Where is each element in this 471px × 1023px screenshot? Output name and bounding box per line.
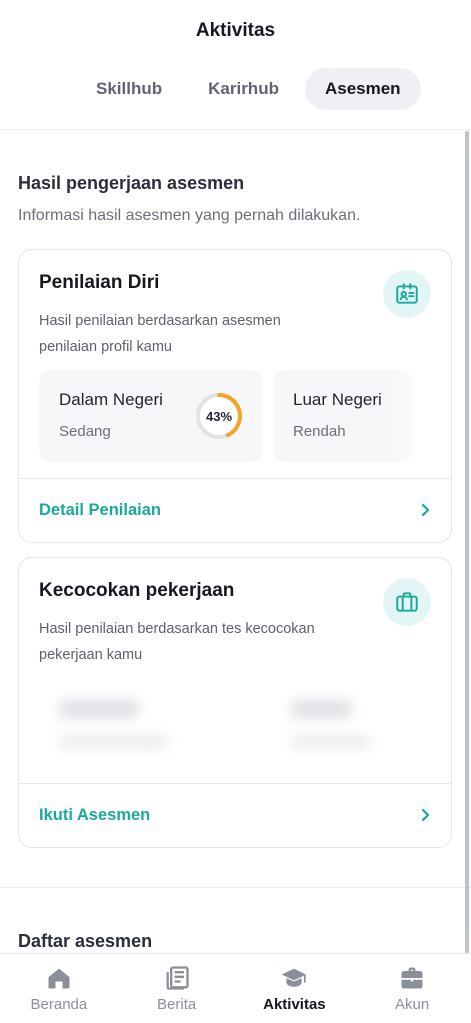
tab-bar: Skillhub Karirhub Asesmen	[76, 68, 421, 110]
chevron-right-icon	[421, 808, 430, 822]
card-divider	[19, 783, 451, 784]
section-title: Hasil pengerjaan asesmen	[18, 173, 245, 193]
top-bar: Aktivitas Skillhub Karirhub Asesmen	[0, 0, 471, 130]
blurred-result	[59, 700, 139, 718]
main-content[interactable]: Hasil pengerjaan asesmen Informasi hasil…	[0, 131, 471, 953]
blurred-result	[291, 700, 351, 718]
scroll-fade	[391, 365, 451, 465]
scrollbar-thumb[interactable]	[465, 131, 469, 953]
nav-label: Berita	[157, 996, 197, 1013]
card-description: Hasil penilaian berdasarkan tes kecocoka…	[39, 621, 315, 663]
nav-akun[interactable]: Akun	[353, 954, 471, 1023]
result-title: Luar Negeri	[293, 390, 382, 409]
card-title: Penilaian Diri	[39, 272, 160, 293]
detail-penilaian-link[interactable]: Detail Penilaian	[39, 498, 433, 522]
nav-label: Beranda	[30, 996, 88, 1013]
result-status: Rendah	[293, 423, 346, 440]
progress-percent: 43%	[205, 408, 233, 424]
nav-label: Akun	[395, 996, 430, 1013]
briefcase-icon	[383, 578, 431, 626]
tab-asesmen[interactable]: Asesmen	[304, 68, 421, 110]
penilaian-diri-card: Penilaian Diri Hasil penilaian berdasark…	[18, 249, 452, 543]
kecocokan-pekerjaan-card: Kecocokan pekerjaan Hasil penilaian berd…	[18, 557, 452, 848]
blurred-result	[291, 736, 371, 748]
page-title: Aktivitas	[195, 20, 276, 41]
section-subtitle: Informasi hasil asesmen yang pernah dila…	[18, 207, 361, 224]
chevron-right-icon	[421, 503, 430, 517]
briefcase-icon	[401, 967, 423, 989]
progress-ring: 43%	[195, 392, 243, 440]
nav-beranda[interactable]: Beranda	[0, 954, 118, 1023]
scrollbar[interactable]	[465, 131, 469, 953]
tab-skillhub[interactable]: Skillhub	[76, 68, 182, 110]
news-icon	[166, 966, 189, 990]
link-label: Detail Penilaian	[39, 500, 161, 519]
daftar-asesmen-title: Daftar asesmen	[18, 931, 153, 951]
bottom-navigation: Beranda Berita Aktivitas Akun	[0, 953, 471, 1023]
card-description: Hasil penilaian berdasarkan asesmen peni…	[39, 313, 281, 355]
card-divider	[19, 478, 451, 479]
result-title: Dalam Negeri	[59, 390, 163, 409]
ikuti-asesmen-link[interactable]: Ikuti Asesmen	[39, 803, 433, 827]
card-title: Kecocokan pekerjaan	[39, 580, 235, 601]
blurred-result	[59, 736, 169, 748]
nav-label: Aktivitas	[263, 996, 326, 1013]
id-card-icon	[383, 270, 431, 318]
home-icon	[48, 968, 70, 989]
nav-berita[interactable]: Berita	[118, 954, 236, 1023]
link-label: Ikuti Asesmen	[39, 805, 151, 824]
tab-karirhub[interactable]: Karirhub	[188, 68, 299, 110]
graduation-cap-icon	[282, 968, 307, 987]
section-divider	[0, 887, 471, 888]
nav-aktivitas[interactable]: Aktivitas	[236, 954, 354, 1023]
dalam-negeri-result[interactable]: Dalam Negeri Sedang 43%	[39, 370, 263, 462]
result-status: Sedang	[59, 423, 111, 440]
